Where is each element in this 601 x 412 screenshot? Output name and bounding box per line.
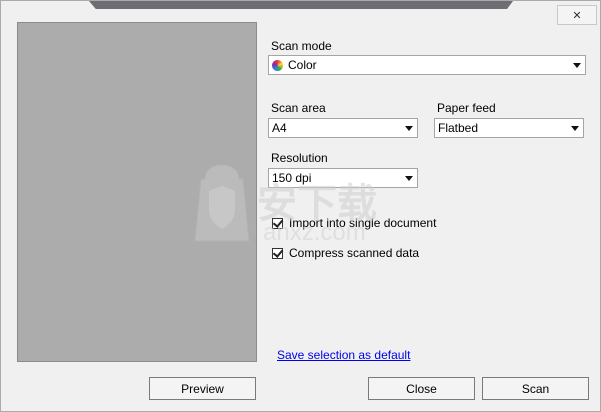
scan-dialog: ✕ Scan mode Color Scan area A4 Paper fee…	[0, 0, 601, 412]
import-single-checkbox[interactable]	[272, 216, 284, 229]
scan-mode-label: Scan mode	[271, 39, 332, 53]
paper-feed-select[interactable]: Flatbed	[434, 118, 584, 138]
close-icon: ✕	[572, 9, 582, 22]
import-single-label: Import into single document	[289, 216, 437, 230]
scan-area-select[interactable]: A4	[268, 118, 418, 138]
scan-area-value: A4	[272, 121, 287, 135]
compress-checkbox[interactable]	[272, 246, 284, 259]
chevron-down-icon	[405, 126, 413, 131]
save-default-link[interactable]: Save selection as default	[277, 348, 410, 362]
checkmark-icon	[272, 216, 284, 228]
import-single-option[interactable]: Import into single document	[272, 216, 436, 230]
checkmark-icon	[272, 246, 284, 258]
paper-feed-value: Flatbed	[438, 121, 479, 135]
scan-mode-value: Color	[288, 58, 317, 72]
resolution-label: Resolution	[271, 151, 328, 165]
preview-button[interactable]: Preview	[149, 377, 256, 400]
chevron-down-icon	[405, 176, 413, 181]
scan-preview-area	[17, 22, 257, 362]
chevron-down-icon	[573, 63, 581, 68]
compress-option[interactable]: Compress scanned data	[272, 246, 419, 260]
compress-label: Compress scanned data	[289, 246, 420, 260]
chevron-down-icon	[571, 126, 579, 131]
scan-mode-select[interactable]: Color	[268, 55, 586, 75]
color-wheel-icon	[272, 59, 283, 71]
close-button[interactable]: Close	[368, 377, 475, 400]
title-bar[interactable]	[89, 1, 513, 9]
scan-area-label: Scan area	[271, 101, 326, 115]
scan-button[interactable]: Scan	[482, 377, 589, 400]
resolution-value: 150 dpi	[272, 171, 312, 185]
resolution-select[interactable]: 150 dpi	[268, 168, 418, 188]
window-close-button[interactable]: ✕	[557, 5, 597, 25]
paper-feed-label: Paper feed	[437, 101, 496, 115]
